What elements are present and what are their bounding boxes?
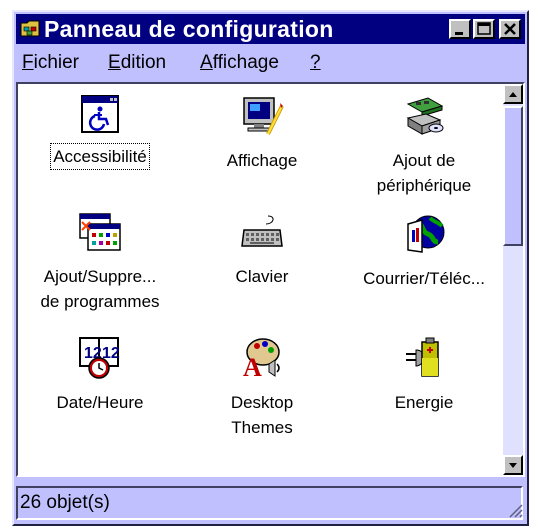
date-time-icon: 12 12: [79, 337, 120, 379]
display-monitor-icon: [243, 97, 284, 135]
item-label: Desktop Themes: [230, 393, 294, 437]
power-battery-icon: [406, 337, 439, 377]
item-affichage[interactable]: Affichage: [182, 94, 342, 173]
status-bar: 26 objet(s): [16, 482, 525, 522]
item-desktop-themes[interactable]: A Desktop Themes: [182, 334, 342, 440]
menu-bar: Fichier Edition Affichage ?: [16, 48, 525, 78]
close-icon: [504, 23, 516, 35]
maximize-icon: [477, 22, 491, 35]
menu-edition[interactable]: Edition: [108, 52, 166, 74]
add-hardware-icon: [406, 97, 444, 135]
scroll-thumb[interactable]: [503, 106, 523, 246]
desktop-themes-icon: A: [243, 338, 280, 380]
item-accessibilite[interactable]: Accessibilité: [20, 94, 180, 170]
svg-text:A: A: [243, 353, 262, 380]
object-count: 26 objet(s): [20, 492, 110, 513]
item-energie[interactable]: Energie: [344, 334, 504, 415]
vertical-scrollbar[interactable]: [503, 84, 523, 475]
menu-mnemonic: ?: [310, 52, 321, 73]
add-remove-programs-icon: [79, 213, 121, 251]
item-label: Ajout de périphérique: [376, 151, 472, 195]
close-button[interactable]: [499, 19, 521, 39]
scroll-down-button[interactable]: [503, 455, 523, 475]
resize-grip-icon[interactable]: [507, 502, 523, 518]
control-panel-window: Panneau de configuration Fichier Edition…: [12, 10, 529, 526]
icon-view: Accessibilité Affichage Ajout de périphé…: [16, 82, 525, 477]
item-label: Clavier: [235, 267, 289, 286]
maximize-button[interactable]: [473, 19, 495, 39]
accessibility-icon: [81, 95, 119, 133]
item-label: Accessibilité: [50, 143, 150, 170]
item-label: Date/Heure: [56, 393, 144, 412]
menu-mnemonic: A: [200, 52, 213, 73]
minimize-icon: [455, 32, 463, 35]
menu-mnemonic: F: [22, 52, 34, 73]
minimize-button[interactable]: [449, 19, 471, 39]
window-title: Panneau de configuration: [44, 16, 334, 42]
item-ajout-suppression-programmes[interactable]: Ajout/Suppre... de programmes: [20, 212, 180, 314]
item-label: Affichage: [226, 151, 298, 170]
item-label: Courrier/Téléc...: [363, 269, 485, 288]
status-pane: 26 objet(s): [16, 486, 523, 520]
menu-affichage[interactable]: Affichage: [200, 52, 279, 74]
control-panel-folder-icon[interactable]: [20, 19, 40, 37]
item-ajout-peripherique[interactable]: Ajout de périphérique: [344, 94, 504, 198]
scroll-up-button[interactable]: [503, 84, 523, 104]
menu-label: ichier: [33, 52, 80, 73]
item-clavier[interactable]: Clavier: [182, 212, 342, 289]
arrow-up-icon: [509, 92, 517, 97]
menu-help[interactable]: ?: [310, 52, 321, 74]
menu-fichier[interactable]: Fichier: [22, 52, 79, 74]
item-date-heure[interactable]: 12 12 Date/Heure: [20, 334, 180, 415]
menu-label: dition: [120, 52, 167, 73]
item-label: Energie: [394, 393, 454, 412]
item-courrier-telecopie[interactable]: Courrier/Téléc...: [344, 212, 504, 291]
mail-fax-icon: [407, 215, 445, 253]
item-label: Ajout/Suppre... de programmes: [40, 267, 160, 311]
title-bar[interactable]: Panneau de configuration: [16, 14, 525, 44]
menu-mnemonic: E: [108, 52, 121, 73]
arrow-down-icon: [509, 463, 517, 468]
menu-label: ffichage: [212, 52, 279, 73]
keyboard-icon: [241, 215, 283, 247]
